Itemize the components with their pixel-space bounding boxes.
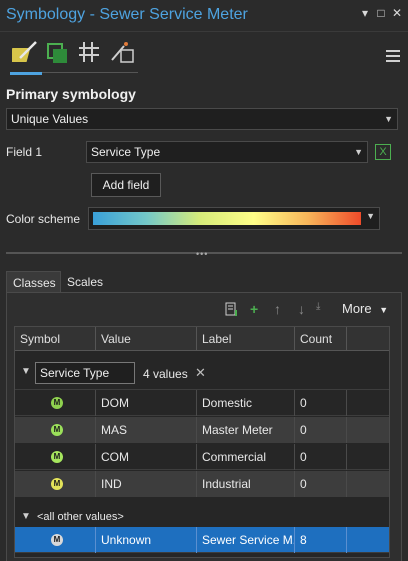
collapse-chevron-icon[interactable]: ▼ <box>21 366 31 377</box>
pane-title: Symbology - Sewer Service Meter <box>6 6 248 23</box>
value-cell: Unknown <box>96 527 197 553</box>
illumination-icon[interactable] <box>108 38 138 68</box>
active-tool-underline <box>10 72 42 75</box>
group-field-box[interactable]: Service Type <box>35 362 135 384</box>
field1-label: Field 1 <box>6 145 43 159</box>
move-down-icon[interactable]: ↓ <box>298 301 305 317</box>
table-row[interactable]: M DOM Domestic 0 <box>15 390 389 416</box>
column-header-value[interactable]: Value <box>96 327 197 351</box>
symbology-tool-row <box>0 38 408 78</box>
value-cell: IND <box>96 471 197 497</box>
value-cell: DOM <box>96 390 197 416</box>
hamburger-menu-icon[interactable] <box>386 50 400 62</box>
classes-grid: Symbol Value Label Count ▼ Service Type … <box>14 326 390 558</box>
color-scheme-label: Color scheme <box>6 212 81 226</box>
symbology-method-select[interactable]: Unique Values ▼ <box>6 108 398 130</box>
tab-scales[interactable]: Scales <box>61 271 109 293</box>
label-cell[interactable]: Sewer Service M... <box>197 527 295 553</box>
meter-symbol-icon: M <box>51 397 63 409</box>
color-ramp-swatch <box>93 212 361 225</box>
maximize-icon[interactable]: □ <box>374 6 388 20</box>
group-heading-row: ▼ Service Type 4 values ✕ <box>15 358 389 390</box>
label-classes-icon[interactable] <box>76 38 106 68</box>
primary-symbology-heading: Primary symbology <box>6 86 136 102</box>
add-class-list-icon[interactable] <box>224 301 240 320</box>
label-cell[interactable]: Domestic <box>197 390 295 416</box>
pane-options-icon[interactable]: ▾ <box>358 6 372 20</box>
label-cell[interactable]: Industrial <box>197 471 295 497</box>
column-header-symbol[interactable]: Symbol <box>15 327 96 351</box>
color-scheme-select[interactable]: ▼ <box>88 207 380 230</box>
table-row-selected[interactable]: M Unknown Sewer Service M... 8 <box>15 527 389 553</box>
table-row[interactable]: M IND Industrial 0 <box>15 471 389 497</box>
label-cell[interactable]: Master Meter <box>197 417 295 443</box>
grid-header: Symbol Value Label Count <box>15 327 389 351</box>
chevron-down-icon: ▼ <box>354 147 363 157</box>
tool-row-divider <box>42 72 138 73</box>
chevron-down-icon: ▼ <box>384 114 393 124</box>
more-menu[interactable]: More ▼ <box>342 301 388 316</box>
primary-symbology-icon[interactable] <box>8 38 42 68</box>
field1-select[interactable]: Service Type ▼ <box>86 141 368 163</box>
title-bar: Symbology - Sewer Service Meter ▾ □ ✕ <box>0 0 408 32</box>
close-icon[interactable]: ✕ <box>390 6 404 20</box>
meter-symbol-icon: M <box>51 451 63 463</box>
count-cell: 0 <box>295 417 347 443</box>
splitter-grip-icon[interactable]: ••• <box>196 250 208 259</box>
move-up-icon[interactable]: ↑ <box>274 301 281 317</box>
value-cell: MAS <box>96 417 197 443</box>
sql-expression-icon[interactable]: X <box>375 144 391 160</box>
symbol-cell[interactable]: M <box>15 390 96 416</box>
symbol-cell[interactable]: M <box>15 444 96 470</box>
meter-symbol-icon: M <box>51 534 63 546</box>
symbol-cell[interactable]: M <box>15 417 96 443</box>
tab-classes[interactable]: Classes <box>6 271 61 293</box>
column-header-count[interactable]: Count <box>295 327 347 351</box>
move-to-bottom-icon[interactable]: ⤓ <box>316 301 320 312</box>
field1-value: Service Type <box>91 145 161 159</box>
chevron-down-icon: ▼ <box>379 305 389 315</box>
meter-symbol-icon: M <box>51 478 63 490</box>
symbol-cell[interactable]: M <box>15 471 96 497</box>
meter-symbol-icon: M <box>51 424 63 436</box>
collapse-chevron-icon[interactable]: ▼ <box>21 511 31 522</box>
add-field-button[interactable]: Add field <box>91 173 161 197</box>
table-row[interactable]: M MAS Master Meter 0 <box>15 417 389 443</box>
label-cell[interactable]: Commercial <box>197 444 295 470</box>
count-cell: 8 <box>295 527 347 553</box>
add-icon[interactable]: + <box>250 301 258 317</box>
group-value-count: 4 values <box>143 367 188 381</box>
column-header-label[interactable]: Label <box>197 327 295 351</box>
chevron-down-icon: ▼ <box>366 211 375 221</box>
more-label: More <box>342 301 372 316</box>
table-row[interactable]: M COM Commercial 0 <box>15 444 389 470</box>
count-cell: 0 <box>295 444 347 470</box>
vary-by-attribute-icon[interactable] <box>44 38 74 68</box>
count-cell: 0 <box>295 471 347 497</box>
symbology-method-value: Unique Values <box>11 112 89 126</box>
all-other-values-label: <all other values> <box>37 511 124 523</box>
clear-group-icon[interactable]: ✕ <box>195 365 206 381</box>
all-other-values-heading: ▼ <all other values> <box>15 507 389 527</box>
count-cell: 0 <box>295 390 347 416</box>
symbol-cell[interactable]: M <box>15 527 96 553</box>
value-cell: COM <box>96 444 197 470</box>
